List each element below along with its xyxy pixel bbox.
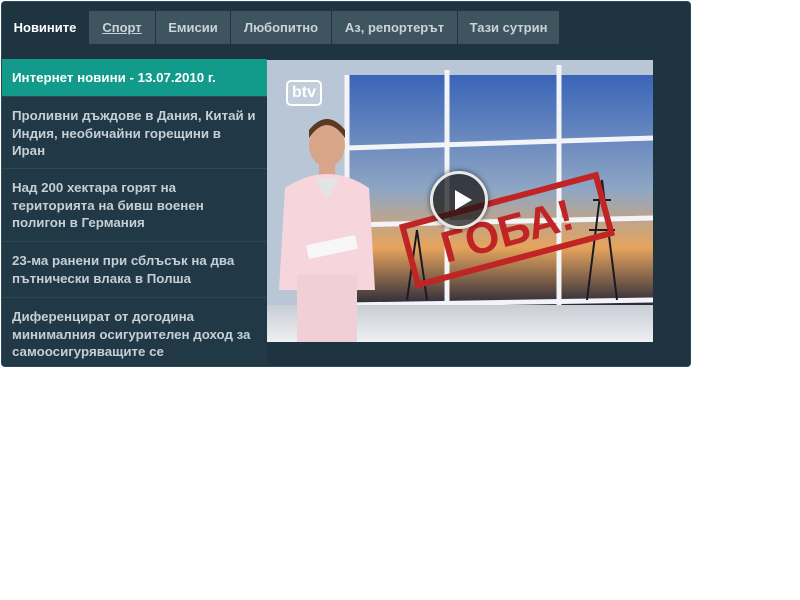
tab-emissions[interactable]: Емисии <box>156 11 230 44</box>
news-item[interactable]: Проливни дъждове в Дания, Китай и Индия,… <box>2 97 267 169</box>
tab-sport[interactable]: Спорт <box>89 11 155 44</box>
news-list: Интернет новини - 13.07.2010 г. Проливни… <box>2 59 267 365</box>
news-item[interactable]: Диференцират от догодина минималния осиг… <box>2 298 267 365</box>
news-widget: Новините Спорт Емисии Любопитно Аз, репо… <box>1 1 691 367</box>
video-player[interactable]: ГОБА! btv <box>267 60 653 342</box>
btv-logo: btv <box>286 80 322 106</box>
tab-curious[interactable]: Любопитно <box>231 11 331 44</box>
play-icon[interactable] <box>430 171 488 229</box>
tab-reporter[interactable]: Аз, репортерът <box>332 11 457 44</box>
tab-news[interactable]: Новините <box>2 11 88 44</box>
logo-text: btv <box>292 84 316 101</box>
news-item[interactable]: 23-ма ранени при сблъсък на два пътничес… <box>2 242 267 298</box>
news-item[interactable]: Над 200 хектара горят на територията на … <box>2 169 267 242</box>
tab-this-morning[interactable]: Тази сутрин <box>458 11 559 44</box>
news-item-active[interactable]: Интернет новини - 13.07.2010 г. <box>2 59 267 97</box>
